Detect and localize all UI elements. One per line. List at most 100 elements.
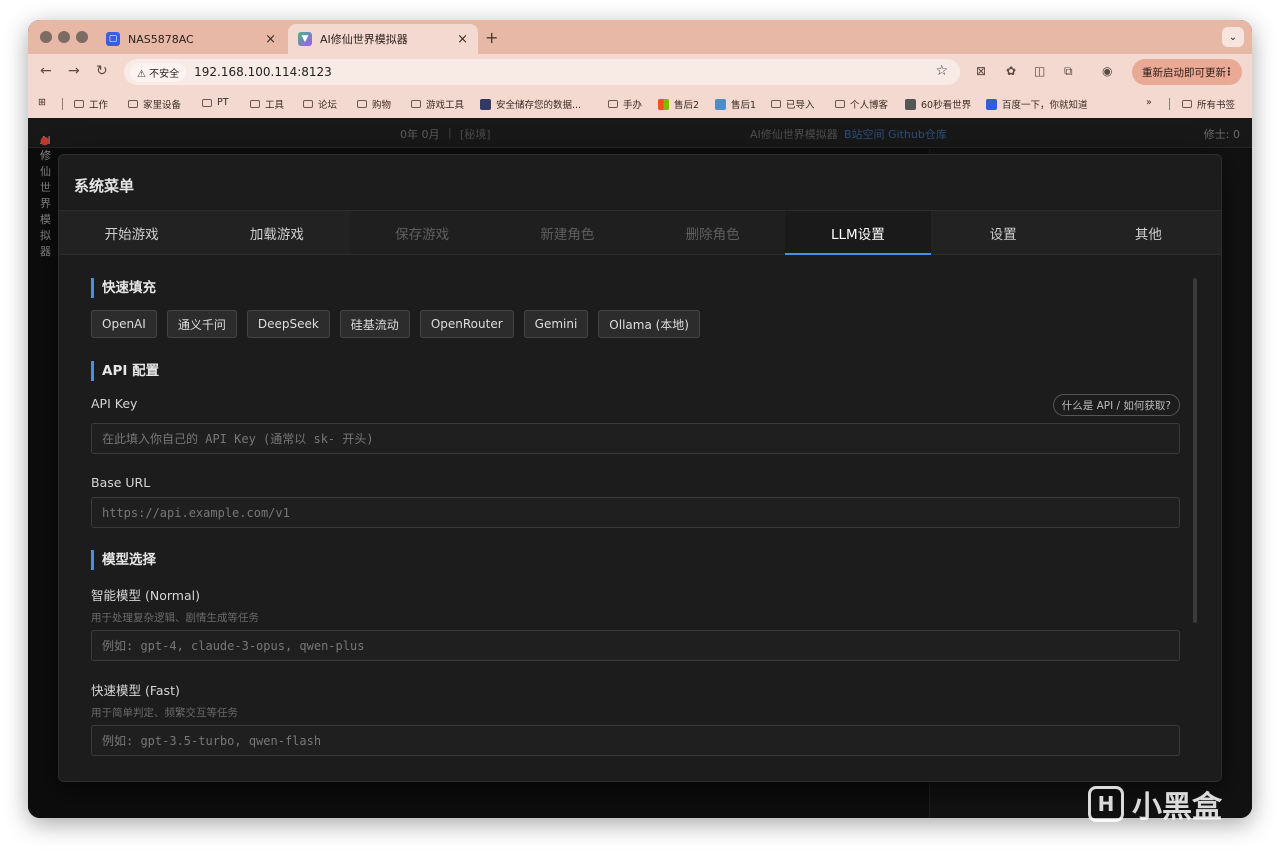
tab-strip: ▢ NAS5878AC × ▼ AI修仙世界模拟器 × + ⌄: [28, 20, 1252, 54]
tab-other[interactable]: 其他: [1076, 211, 1221, 254]
folder-icon: [303, 100, 313, 108]
folder-icon: [411, 100, 421, 108]
close-icon[interactable]: ×: [265, 32, 276, 47]
xiaoheihe-watermark: H 小黑盒: [1088, 784, 1222, 825]
extension-puzzle-icon[interactable]: ⊠: [976, 64, 986, 78]
extension-square-icon[interactable]: ◫: [1034, 64, 1045, 78]
tab-search-chevron-icon[interactable]: ⌄: [1222, 27, 1244, 47]
folder-icon: [357, 100, 367, 108]
tab-save-game: 保存游戏: [349, 211, 495, 254]
bookmark-item[interactable]: 手办: [608, 97, 642, 111]
preset-openrouter-button[interactable]: OpenRouter: [419, 310, 514, 338]
tab-load-game[interactable]: 加载游戏: [204, 211, 349, 254]
github-link[interactable]: Github仓库: [888, 126, 947, 142]
browser-window: ▢ NAS5878AC × ▼ AI修仙世界模拟器 × + ⌄ ← → ↻ ⚠ …: [28, 20, 1252, 818]
all-bookmarks[interactable]: 所有书签: [1182, 97, 1235, 111]
extensions-icon[interactable]: ⧉: [1064, 64, 1073, 79]
bookmark-item[interactable]: 售后2: [658, 97, 699, 111]
api-key-input[interactable]: [91, 423, 1180, 454]
close-window-button[interactable]: [40, 31, 52, 43]
bookmark-item[interactable]: 安全储存您的数据...: [480, 97, 581, 111]
api-help-button[interactable]: 什么是 API / 如何获取?: [1052, 394, 1180, 416]
tab-ai-sim[interactable]: ▼ AI修仙世界模拟器 ×: [288, 24, 478, 54]
folder-icon: [250, 100, 260, 108]
new-tab-button[interactable]: +: [485, 28, 498, 47]
modal-title: 系统菜单: [74, 177, 135, 195]
folder-icon: [608, 100, 618, 108]
minimize-window-button[interactable]: [58, 31, 70, 43]
app-header: AI修仙世界模拟器 ● 0年 0月 | [秘境] AI修仙世界模拟器 B站空间 …: [28, 118, 1252, 258]
bilibili-link[interactable]: B站空间: [844, 126, 885, 142]
extension-cat-icon[interactable]: ✿: [1006, 64, 1016, 78]
bookmark-item[interactable]: 论坛: [303, 97, 337, 111]
bookmark-item[interactable]: PT: [202, 97, 229, 108]
bookmark-item[interactable]: 60秒看世界: [905, 97, 971, 111]
tab-start-game[interactable]: 开始游戏: [59, 211, 204, 254]
status-dot-icon: ●: [40, 134, 50, 147]
bookmark-item[interactable]: 已导入: [771, 97, 815, 111]
preset-qwen-button[interactable]: 通义千问: [166, 310, 237, 338]
base-url-input[interactable]: [91, 497, 1180, 528]
bookmark-item[interactable]: 工具: [250, 97, 284, 111]
normal-model-hint: 用于处理复杂逻辑、剧情生成等任务: [91, 612, 259, 624]
bookmarks-bar: ⊞ 工作 家里设备 PT 工具 论坛 购物 游戏工具 安全储存您的数据... 手…: [28, 90, 1252, 118]
tab-nas[interactable]: ▢ NAS5878AC ×: [96, 24, 286, 54]
preset-deepseek-button[interactable]: DeepSeek: [246, 310, 330, 338]
reload-icon[interactable]: ↻: [96, 63, 108, 79]
divider: |: [448, 126, 452, 139]
more-menu-icon[interactable]: ⋮: [1224, 66, 1235, 78]
bookmark-item[interactable]: 家里设备: [128, 97, 181, 111]
maximize-window-button[interactable]: [76, 31, 88, 43]
base-url-label: Base URL: [91, 475, 151, 490]
api-config-title: API 配置: [91, 361, 159, 381]
location-tag: [秘境]: [460, 128, 491, 141]
normal-model-label: 智能模型 (Normal): [91, 588, 200, 603]
bookmark-item[interactable]: 售后1: [715, 97, 756, 111]
profile-avatar-icon[interactable]: ◉: [1102, 64, 1112, 78]
apps-grid-icon[interactable]: ⊞: [38, 97, 46, 108]
divider: [62, 98, 63, 110]
tab-settings[interactable]: 设置: [931, 211, 1076, 254]
security-warning-badge[interactable]: ⚠ 不安全: [130, 62, 187, 82]
quick-fill-title: 快速填充: [91, 278, 156, 298]
system-menu-modal: 系统菜单 开始游戏 加载游戏 保存游戏 新建角色 删除角色 LLM设置 设置 其…: [58, 154, 1222, 782]
browser-toolbar: ← → ↻ ⚠ 不安全 192.168.100.114:8123 ☆ ⊠ ✿ ◫…: [28, 54, 1252, 90]
cat-icon: [905, 98, 916, 110]
folder-icon: [202, 98, 212, 107]
center-title: AI修仙世界模拟器: [750, 128, 838, 141]
bookmark-item[interactable]: 百度一下，你就知道: [986, 97, 1088, 111]
bookmark-item[interactable]: 工作: [74, 97, 108, 111]
xiaoheihe-logo-icon: H: [1088, 786, 1124, 822]
restart-update-button[interactable]: 重新启动即可更新 ⋮: [1132, 59, 1242, 85]
folder-icon: [771, 100, 781, 108]
fast-model-label: 快速模型 (Fast): [91, 683, 180, 698]
normal-model-input[interactable]: [91, 630, 1180, 661]
model-select-title: 模型选择: [91, 550, 156, 570]
modal-tabs: 开始游戏 加载游戏 保存游戏 新建角色 删除角色 LLM设置 设置 其他: [59, 210, 1221, 255]
bookmark-star-icon[interactable]: ☆: [935, 63, 948, 79]
preset-openai-button[interactable]: OpenAI: [91, 310, 157, 338]
fast-model-input[interactable]: [91, 725, 1180, 756]
tab-title: AI修仙世界模拟器: [320, 33, 408, 46]
bookmark-item[interactable]: 游戏工具: [411, 97, 464, 111]
building-icon: [715, 98, 726, 110]
preset-siliconflow-button[interactable]: 硅基流动: [339, 310, 410, 338]
cultivator-count: 修士: 0: [1203, 128, 1240, 141]
bookmark-item[interactable]: 个人博客: [835, 97, 888, 111]
scrollbar[interactable]: [1193, 278, 1197, 623]
folder-icon: [128, 100, 138, 108]
forward-arrow-icon[interactable]: →: [68, 63, 80, 79]
fast-model-hint: 用于简单判定、频繁交互等任务: [91, 707, 238, 719]
tab-title: NAS5878AC: [128, 32, 194, 46]
preset-gemini-button[interactable]: Gemini: [523, 310, 589, 338]
tab-delete-character: 删除角色: [640, 211, 786, 254]
more-bookmarks-button[interactable]: »: [1146, 97, 1152, 108]
address-bar[interactable]: ⚠ 不安全 192.168.100.114:8123 ☆: [124, 59, 960, 85]
tab-llm-settings[interactable]: LLM设置: [785, 211, 931, 255]
watermark-text: 小黑盒: [1132, 790, 1222, 825]
back-arrow-icon[interactable]: ←: [40, 63, 52, 79]
tab-new-character: 新建角色: [494, 211, 640, 254]
bookmark-item[interactable]: 购物: [357, 97, 391, 111]
preset-ollama-button[interactable]: Ollama (本地): [598, 310, 700, 338]
close-icon[interactable]: ×: [457, 32, 468, 47]
